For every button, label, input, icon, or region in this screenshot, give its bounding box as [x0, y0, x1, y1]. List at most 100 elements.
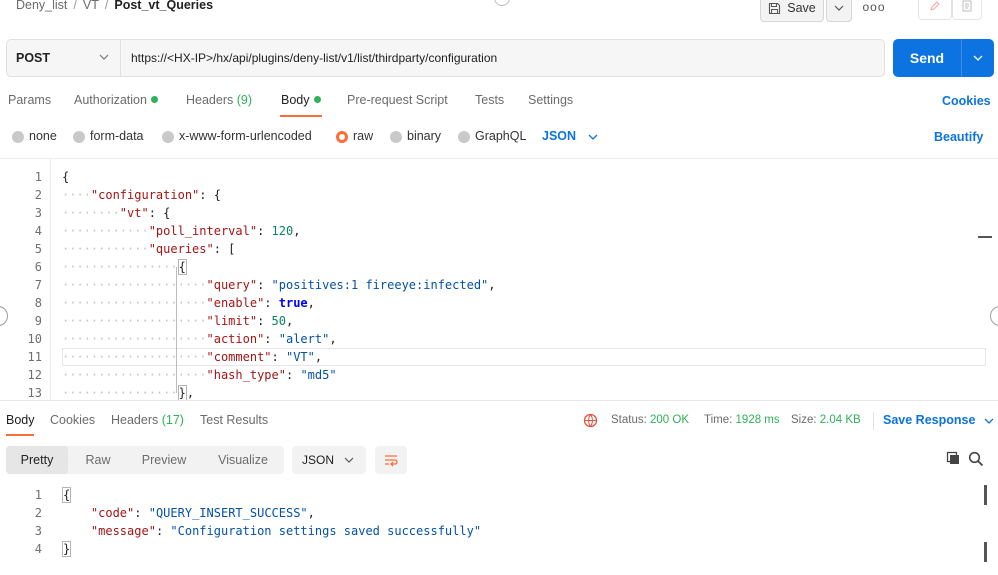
code-token: "hash_type" [206, 368, 286, 382]
tab-label: Headers [111, 413, 159, 427]
view-raw[interactable]: Raw [70, 446, 126, 474]
send-label: Send [909, 50, 945, 66]
more-options-button[interactable]: ooo [862, 0, 886, 16]
tab-count: (17) [161, 413, 184, 427]
code-token: "message" [90, 524, 156, 538]
wrap-icon [385, 455, 398, 467]
breadcrumb: Deny_list / VT / Post_vt_Queries [16, 0, 213, 12]
url-input[interactable]: https://<HX-IP>/hx/api/plugins/deny-list… [131, 40, 497, 76]
tab-authorization[interactable]: Authorization [74, 93, 158, 107]
top-bar: Deny_list / VT / Post_vt_Queries Save ooo [0, 0, 998, 30]
status-separator [873, 412, 874, 430]
response-size[interactable]: Size: 2.04 KB [791, 414, 861, 426]
radio-binary[interactable] [390, 131, 402, 143]
scrollbar-thumb[interactable] [984, 542, 987, 562]
line-number: 4 [34, 542, 42, 556]
cookies-link[interactable]: Cookies [942, 94, 991, 108]
globe-icon[interactable] [583, 413, 598, 428]
code-token: { [62, 170, 70, 184]
save-label: Save [787, 1, 816, 15]
radio-label: binary [407, 129, 442, 143]
save-response-label: Save Response [883, 413, 976, 427]
line-number: 8 [34, 296, 42, 310]
format-label: JSON [302, 453, 335, 467]
beautify-button[interactable]: Beautify [934, 130, 983, 144]
chevron-down-icon [588, 134, 597, 140]
line-number: 12 [27, 368, 42, 382]
tab-response-headers[interactable]: Headers (17) [111, 413, 184, 427]
chevron-down-icon [834, 5, 844, 11]
line-number: 13 [27, 386, 42, 400]
breadcrumb-item[interactable]: VT [83, 0, 99, 12]
tab-settings[interactable]: Settings [528, 93, 573, 107]
request-body-editor[interactable]: 1{ 2 ····"configuration": { 3 ········"vt"… [0, 158, 998, 400]
radio-graphql[interactable] [458, 131, 470, 143]
view-pretty[interactable]: Pretty [6, 446, 68, 474]
active-tab-indicator [6, 434, 34, 436]
edit-button[interactable] [918, 0, 952, 20]
radio-none[interactable] [12, 131, 24, 143]
tab-pre-request-script[interactable]: Pre-request Script [347, 93, 448, 107]
line-number: 5 [34, 242, 42, 256]
method-select[interactable]: POST [7, 40, 121, 76]
tab-tests[interactable]: Tests [475, 93, 504, 107]
response-format-select[interactable]: JSON [292, 446, 366, 474]
wrap-lines-button[interactable] [375, 446, 407, 474]
copy-icon[interactable] [946, 451, 961, 466]
response-body-viewer[interactable]: 1{ 2 "code": "QUERY_INSERT_SUCCESS", 3 "… [0, 486, 998, 575]
response-status[interactable]: Status: 200 OK [611, 414, 689, 426]
code-token: "poll_interval" [148, 224, 258, 238]
tab-label: Pre-request Script [347, 93, 448, 107]
radio-label: form-data [90, 129, 144, 143]
response-divider[interactable] [0, 400, 998, 401]
tab-response-body[interactable]: Body [6, 413, 35, 427]
status-circle [494, 0, 510, 6]
code-line: 12 ····················"hash_type": "md5" [0, 366, 998, 384]
code-line: 4} [0, 540, 998, 558]
radio-urlencoded[interactable] [162, 131, 174, 143]
tab-label: Body [281, 93, 310, 107]
request-name[interactable]: Post_vt_Queries [114, 0, 213, 12]
tab-label: Headers [186, 93, 234, 107]
send-options-button[interactable] [962, 39, 994, 77]
tab-body[interactable]: Body [281, 93, 321, 107]
save-button[interactable]: Save [760, 0, 824, 22]
code-line: 6 ················{ [0, 258, 998, 276]
view-visualize[interactable]: Visualize [204, 446, 282, 474]
send-button[interactable]: Send [893, 39, 994, 77]
active-tab-indicator [280, 115, 322, 117]
line-number: 6 [34, 260, 42, 274]
tab-count: (9) [236, 93, 253, 107]
tab-headers[interactable]: Headers (9) [186, 93, 252, 107]
tab-params[interactable]: Params [8, 93, 51, 107]
radio-label: none [29, 129, 57, 143]
method-label: POST [16, 51, 51, 65]
save-response-button[interactable]: Save Response [883, 413, 994, 427]
code-token: "action" [206, 332, 265, 346]
chevron-down-icon [99, 54, 109, 60]
radio-label: GraphQL [475, 129, 527, 143]
line-number: 2 [34, 188, 42, 202]
code-token: "alert" [278, 332, 330, 346]
scrollbar-thumb[interactable] [984, 485, 987, 505]
body-format-select[interactable]: JSON [542, 129, 598, 143]
tab-test-results[interactable]: Test Results [200, 413, 268, 427]
save-options-button[interactable] [826, 0, 852, 22]
tab-response-cookies[interactable]: Cookies [50, 413, 95, 427]
code-line: 2 ····"configuration": { [0, 186, 998, 204]
chevron-down-icon [344, 457, 354, 463]
request-bar: POST https://<HX-IP>/hx/api/plugins/deny… [6, 39, 885, 77]
radio-form-data[interactable] [73, 131, 85, 143]
code-token: true [278, 296, 308, 310]
search-icon[interactable] [968, 451, 984, 467]
response-time[interactable]: Time: 1928 ms [704, 414, 780, 426]
radio-raw[interactable] [336, 131, 348, 143]
code-line: 1{ [0, 486, 998, 504]
documentation-button[interactable] [952, 0, 982, 20]
code-token: "Configuration settings saved successful… [170, 524, 482, 538]
tab-label: Settings [528, 93, 574, 107]
breadcrumb-separator: / [73, 0, 77, 12]
view-preview[interactable]: Preview [130, 446, 198, 474]
breadcrumb-item[interactable]: Deny_list [16, 0, 67, 12]
tab-label: Params [8, 93, 52, 107]
